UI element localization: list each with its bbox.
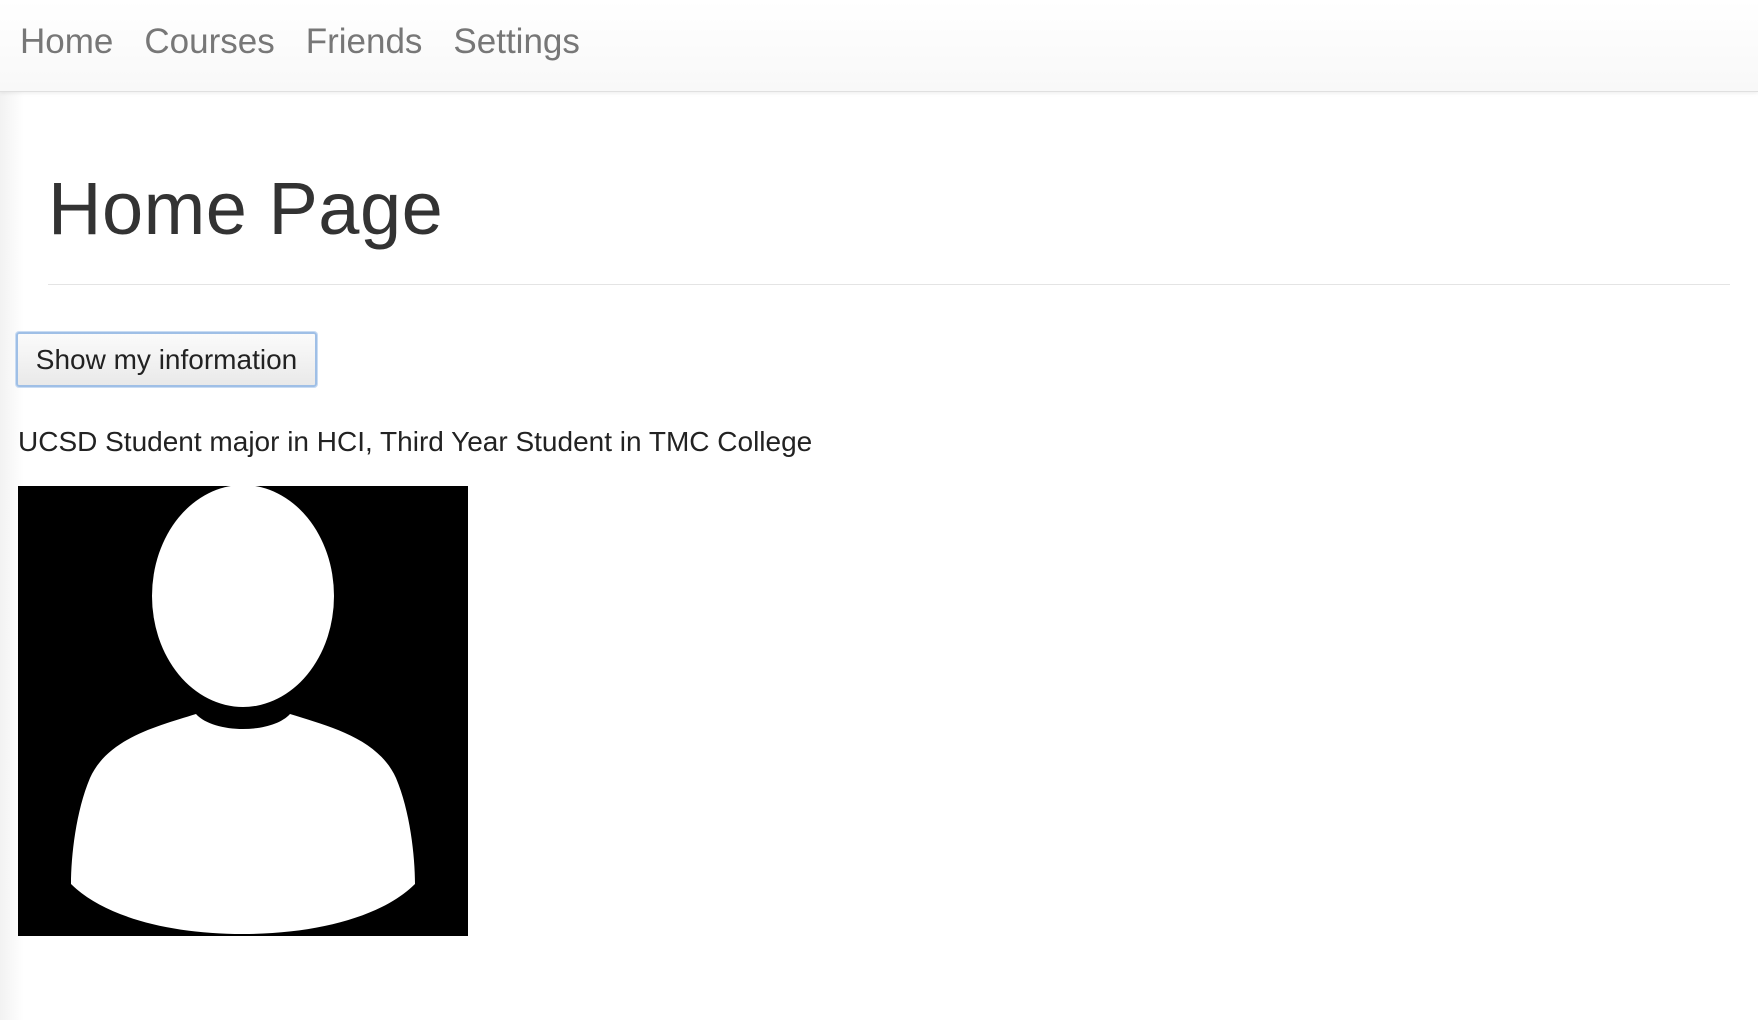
main-content: Home Page Show my information UCSD Stude… [0, 92, 1758, 936]
student-info-text: UCSD Student major in HCI, Third Year St… [18, 426, 813, 457]
nav-item-home[interactable]: Home [20, 24, 113, 59]
page-header: Home Page [48, 92, 1730, 285]
page-title: Home Page [48, 167, 444, 250]
user-silhouette-icon [18, 486, 468, 936]
avatar [18, 486, 468, 936]
nav-item-settings[interactable]: Settings [453, 24, 579, 59]
top-navbar: Home Courses Friends Settings [0, 0, 1758, 92]
page: Home Courses Friends Settings Home Page … [0, 0, 1758, 1020]
nav-item-courses[interactable]: Courses [144, 24, 274, 59]
nav-list: Home Courses Friends Settings [0, 0, 1758, 82]
nav-item-friends[interactable]: Friends [306, 24, 423, 59]
show-information-button[interactable]: Show my information [16, 332, 317, 387]
